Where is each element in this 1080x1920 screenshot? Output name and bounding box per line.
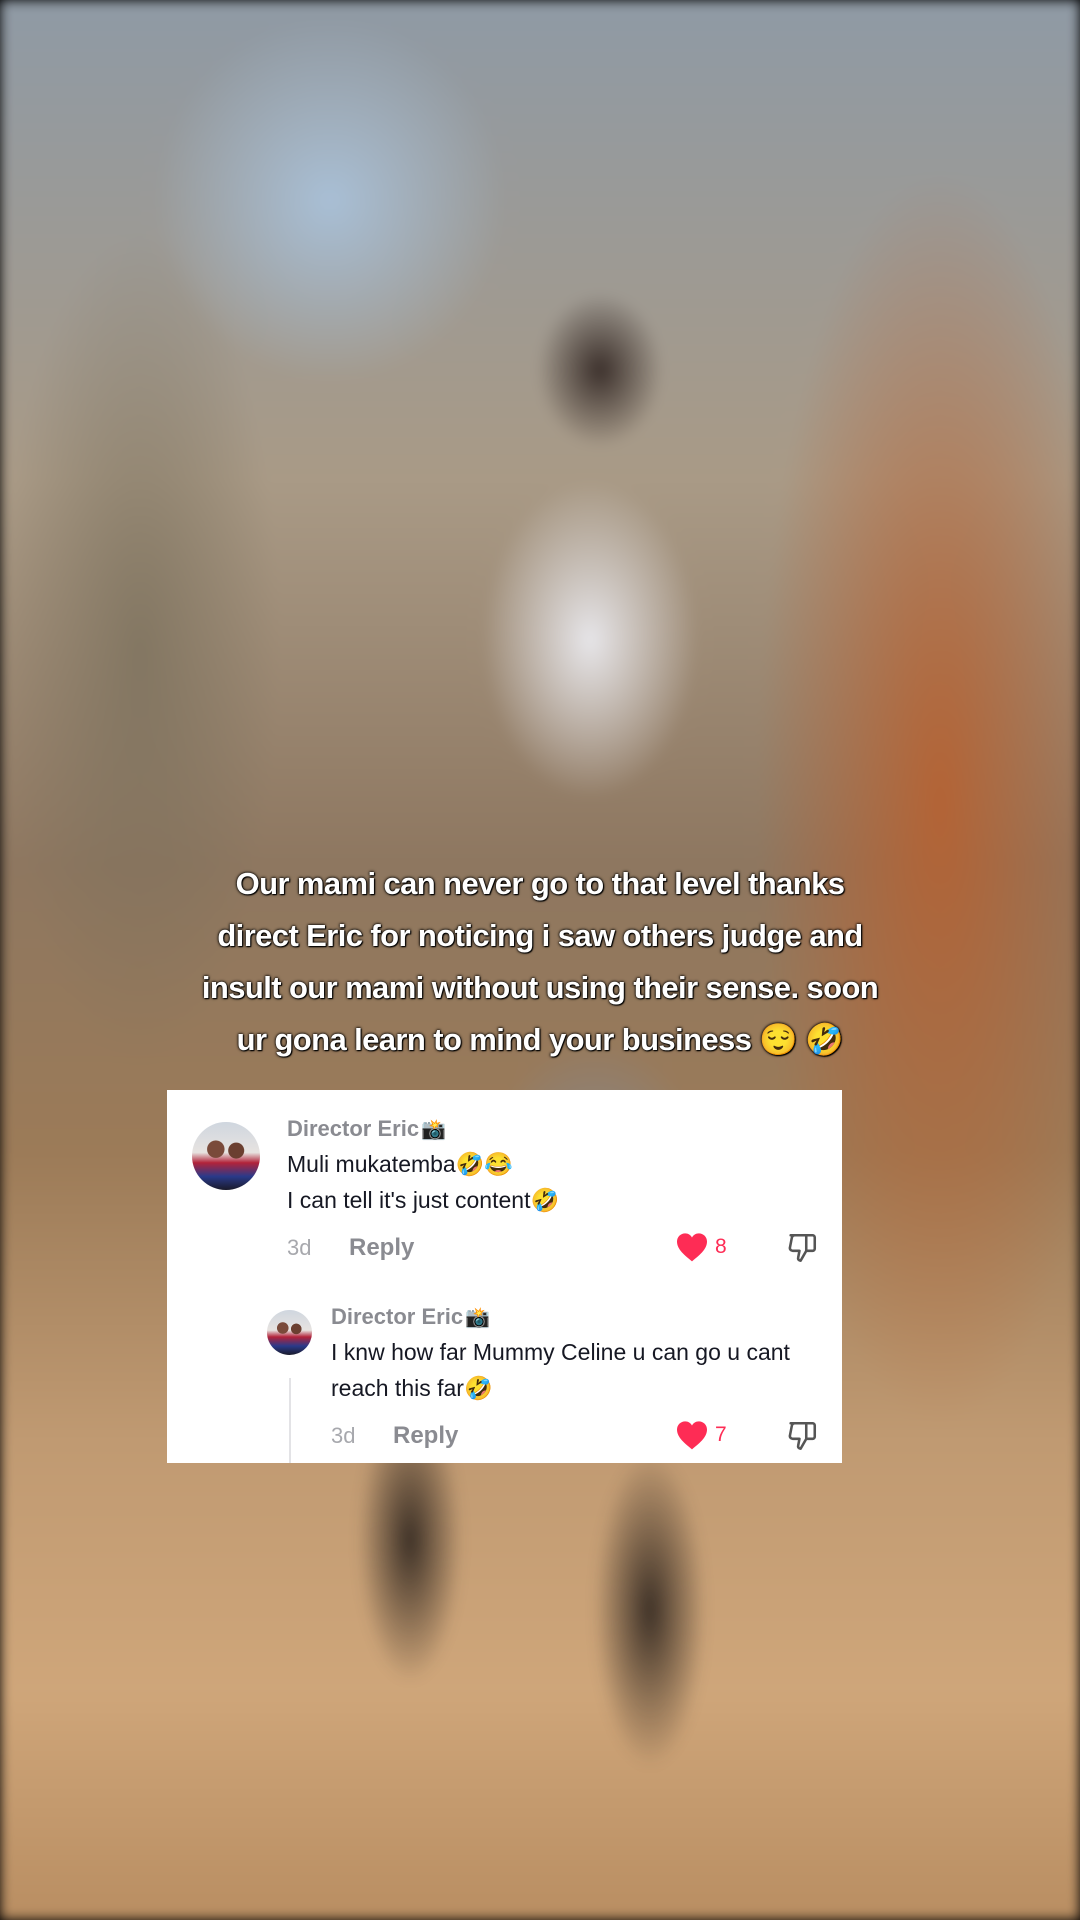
- thumbs-down-icon[interactable]: [785, 1231, 819, 1265]
- comment-username-text: Director Eric: [287, 1116, 420, 1141]
- caption-line-1: Our mami can never go to that level than…: [235, 866, 845, 901]
- boots-background: [300, 1420, 780, 1860]
- reply-age: 3d: [331, 1423, 356, 1448]
- video-frame[interactable]: Our mami can never go to that level than…: [0, 0, 1080, 1920]
- reply-meta: 3d Reply: [331, 1422, 458, 1450]
- reply-like-button[interactable]: 7: [675, 1420, 727, 1450]
- camera-emoji: 📸: [465, 1307, 490, 1329]
- comment-username[interactable]: Director Eric 📸: [287, 1116, 446, 1142]
- thumbs-down-icon[interactable]: [785, 1419, 819, 1453]
- reply-reply-button[interactable]: Reply: [393, 1422, 458, 1450]
- reply-avatar[interactable]: [267, 1310, 312, 1355]
- comment-text-line-2: I can tell it's just content🤣: [287, 1187, 560, 1213]
- comment-like-count: 8: [715, 1235, 727, 1258]
- comment-text-line-1: Muli mukatemba🤣😂: [287, 1151, 514, 1177]
- camera-emoji: 📸: [421, 1119, 446, 1141]
- reply-username[interactable]: Director Eric 📸: [331, 1304, 490, 1330]
- comment-reply-button[interactable]: Reply: [349, 1234, 414, 1262]
- video-caption: Our mami can never go to that level than…: [100, 858, 980, 1066]
- heart-icon: [677, 1233, 707, 1262]
- reply-text: I knw how far Mummy Celine u can go u ca…: [331, 1339, 790, 1401]
- commenter-avatar[interactable]: [192, 1122, 260, 1190]
- comment-screenshot-card: Director Eric 📸 Muli mukatemba🤣😂 I can te…: [167, 1090, 842, 1463]
- reply-username-text: Director Eric: [331, 1304, 464, 1329]
- reply-like-count: 7: [715, 1423, 727, 1446]
- comment-like-button[interactable]: 8: [675, 1232, 727, 1262]
- caption-line-2: direct Eric for noticing i saw others ju…: [217, 918, 863, 953]
- comment-meta: 3d Reply: [287, 1234, 414, 1262]
- caption-line-4: ur gona learn to mind your business 😌 🤣: [236, 1022, 844, 1057]
- caption-line-3: insult our mami without using their sens…: [201, 970, 879, 1005]
- reply-thread-line: [289, 1378, 291, 1463]
- comment-body: Muli mukatemba🤣😂 I can tell it's just co…: [287, 1146, 767, 1218]
- comment-age: 3d: [287, 1235, 312, 1260]
- heart-icon: [677, 1421, 707, 1450]
